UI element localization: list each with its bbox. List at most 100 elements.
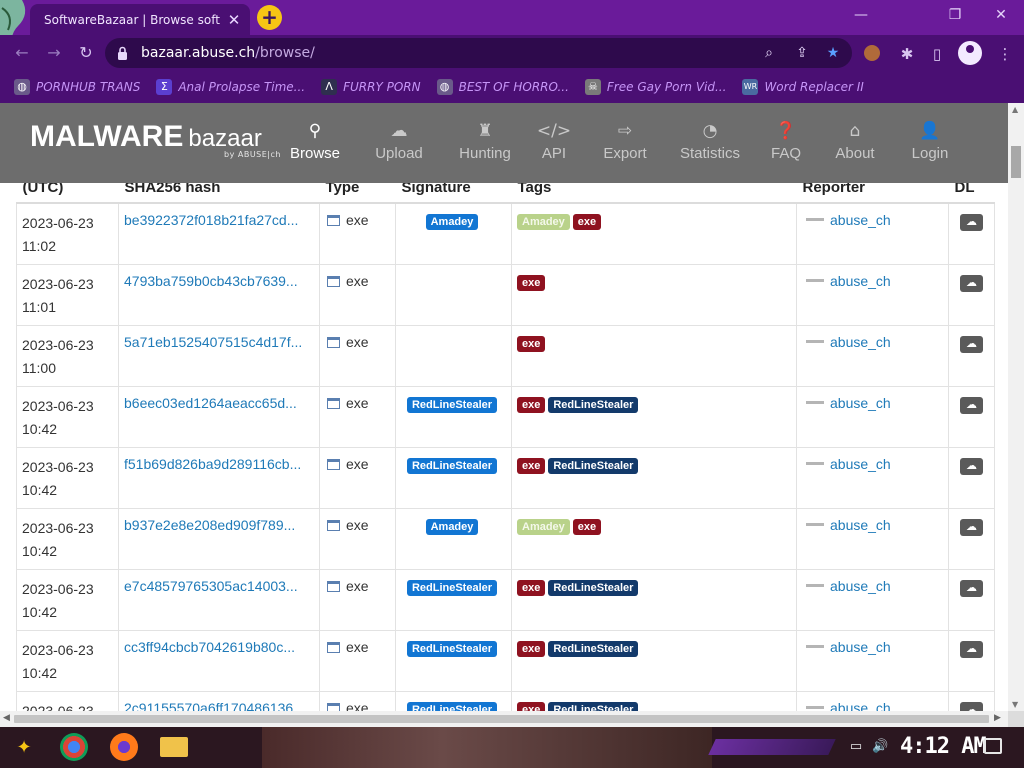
scroll-right-icon[interactable]: ▶ — [994, 713, 1001, 723]
tag-badge[interactable]: exe — [517, 458, 546, 474]
reporter-link[interactable]: abuse_ch — [830, 700, 891, 711]
reporter-link[interactable]: abuse_ch — [830, 517, 891, 533]
sha256-link[interactable]: b937e2e8e208ed909f789... — [124, 517, 314, 533]
restore-icon[interactable]: ❐ — [932, 0, 978, 30]
signature-badge[interactable]: Amadey — [425, 519, 479, 535]
col-dl[interactable]: DL — [948, 183, 995, 204]
bookmark-item[interactable]: ◍ BEST OF HORRO... — [436, 79, 569, 95]
download-icon[interactable]: ☁ — [960, 214, 983, 231]
bookmark-item[interactable]: ☠ Free Gay Porn Vid... — [584, 79, 726, 95]
tag-badge[interactable]: RedLineStealer — [548, 458, 639, 474]
sha256-link[interactable]: 5a71eb1525407515c4d17f... — [124, 334, 314, 350]
signature-badge[interactable]: Amadey — [425, 214, 479, 230]
reporter-link[interactable]: abuse_ch — [830, 273, 891, 289]
reporter-link[interactable]: abuse_ch — [830, 456, 891, 472]
menu-kebab-icon[interactable]: ⋮ — [995, 44, 1015, 64]
bookmark-item[interactable]: Λ FURRY PORN — [321, 79, 421, 95]
col-type[interactable]: Type — [319, 183, 396, 204]
sha256-link[interactable]: b6eec03ed1264aeacc65d... — [124, 395, 314, 411]
download-icon[interactable]: ☁ — [960, 702, 983, 711]
network-icon[interactable]: ▭ — [848, 739, 864, 755]
side-panel-icon[interactable]: ▯ — [927, 44, 947, 64]
zoom-search-icon[interactable]: ⌕ — [760, 44, 778, 62]
reporter-link[interactable]: abuse_ch — [830, 639, 891, 655]
tag-badge[interactable]: exe — [517, 641, 546, 657]
new-tab-button[interactable]: + — [257, 5, 282, 30]
tag-badge[interactable]: exe — [517, 397, 546, 413]
bookmark-star-icon[interactable]: ★ — [824, 44, 842, 62]
tag-badge[interactable]: exe — [517, 702, 546, 711]
sha256-link[interactable]: 2c91155570a6ff170486136... — [124, 700, 314, 711]
nav-browse[interactable]: ⚲ Browse — [270, 120, 360, 162]
tag-badge[interactable]: exe — [572, 214, 602, 230]
scroll-up-icon[interactable]: ▲ — [1012, 105, 1018, 114]
tag-badge[interactable]: exe — [517, 336, 546, 352]
volume-icon[interactable]: 🔊 — [872, 739, 888, 755]
bookmark-item[interactable]: ◍ PORNHUB TRANS — [14, 79, 140, 95]
tag-badge[interactable]: RedLineStealer — [548, 702, 639, 711]
share-icon[interactable]: ⇪ — [793, 44, 811, 62]
col-date[interactable]: (UTC) — [16, 183, 119, 204]
site-logo[interactable]: MALWARE bazaar — [30, 120, 262, 154]
sha256-link[interactable]: be3922372f018b21fa27cd... — [124, 212, 314, 228]
reload-icon[interactable]: ↻ — [74, 41, 98, 65]
nav-login[interactable]: 👤 Login — [885, 120, 975, 162]
close-tab-icon[interactable]: ✕ — [226, 11, 242, 29]
tag-badge[interactable]: exe — [517, 275, 546, 291]
tag-badge[interactable]: RedLineStealer — [548, 580, 639, 596]
tag-badge[interactable]: Amadey — [517, 519, 570, 535]
reporter-link[interactable]: abuse_ch — [830, 578, 891, 594]
horizontal-scroll-thumb[interactable] — [14, 715, 989, 723]
download-icon[interactable]: ☁ — [960, 458, 983, 475]
vertical-scrollbar[interactable]: ▲ ▼ — [1008, 103, 1024, 711]
download-icon[interactable]: ☁ — [960, 580, 983, 597]
tag-badge[interactable]: RedLineStealer — [548, 397, 639, 413]
tag-badge[interactable]: exe — [572, 519, 602, 535]
forward-icon[interactable]: → — [42, 41, 66, 65]
sha256-link[interactable]: f51b69d826ba9d289116cb... — [124, 456, 314, 472]
extensions-puzzle-icon[interactable]: ✱ — [897, 44, 917, 64]
profile-avatar[interactable] — [958, 41, 982, 65]
download-icon[interactable]: ☁ — [960, 641, 983, 658]
extension-avatar-icon[interactable] — [864, 45, 880, 61]
minimize-icon[interactable]: — — [838, 0, 884, 30]
vertical-scroll-thumb[interactable] — [1011, 146, 1021, 178]
chrome-icon[interactable] — [60, 733, 88, 761]
back-icon[interactable]: ← — [10, 41, 34, 65]
col-tags[interactable]: Tags — [511, 183, 797, 204]
scroll-left-icon[interactable]: ◀ — [3, 713, 10, 723]
firefox-icon[interactable] — [110, 733, 138, 761]
bookmark-item[interactable]: Σ Anal Prolapse Time... — [156, 79, 305, 95]
col-reporter[interactable]: Reporter — [796, 183, 949, 204]
col-sha256[interactable]: SHA256 hash — [118, 183, 320, 204]
download-icon[interactable]: ☁ — [960, 397, 983, 414]
tag-badge[interactable]: Amadey — [517, 214, 570, 230]
download-icon[interactable]: ☁ — [960, 519, 983, 536]
scroll-down-icon[interactable]: ▼ — [1012, 700, 1018, 709]
signature-badge[interactable]: RedLineStealer — [406, 580, 498, 596]
signature-badge[interactable]: RedLineStealer — [406, 397, 498, 413]
notification-icon[interactable] — [984, 738, 1002, 754]
download-icon[interactable]: ☁ — [960, 275, 983, 292]
signature-badge[interactable]: RedLineStealer — [406, 641, 498, 657]
col-signature[interactable]: Signature — [395, 183, 512, 204]
reporter-link[interactable]: abuse_ch — [830, 334, 891, 350]
sha256-link[interactable]: 4793ba759b0cb43cb7639... — [124, 273, 314, 289]
address-bar[interactable]: bazaar.abuse.ch/browse/ ⌕ ⇪ ★ — [105, 38, 852, 68]
browser-tab[interactable]: SoftwareBazaar | Browse soft ✕ — [30, 4, 250, 35]
nav-upload[interactable]: ☁ Upload — [354, 120, 444, 162]
tag-badge[interactable]: exe — [517, 580, 546, 596]
taskbar-clock[interactable]: 4:12 AM — [900, 734, 987, 759]
signature-badge[interactable]: RedLineStealer — [406, 458, 498, 474]
horizontal-scrollbar[interactable]: ◀ ▶ — [0, 711, 1008, 727]
nav-export[interactable]: ⇨ Export — [580, 120, 670, 162]
tag-badge[interactable]: RedLineStealer — [548, 641, 639, 657]
sha256-link[interactable]: e7c48579765305ac14003... — [124, 578, 314, 594]
start-menu-icon[interactable]: ✦ — [10, 733, 38, 763]
reporter-link[interactable]: abuse_ch — [830, 212, 891, 228]
reporter-link[interactable]: abuse_ch — [830, 395, 891, 411]
file-explorer-icon[interactable] — [160, 737, 188, 757]
sha256-link[interactable]: cc3ff94cbcb7042619b80c... — [124, 639, 314, 655]
download-icon[interactable]: ☁ — [960, 336, 983, 353]
window-close-icon[interactable]: ✕ — [978, 0, 1024, 30]
